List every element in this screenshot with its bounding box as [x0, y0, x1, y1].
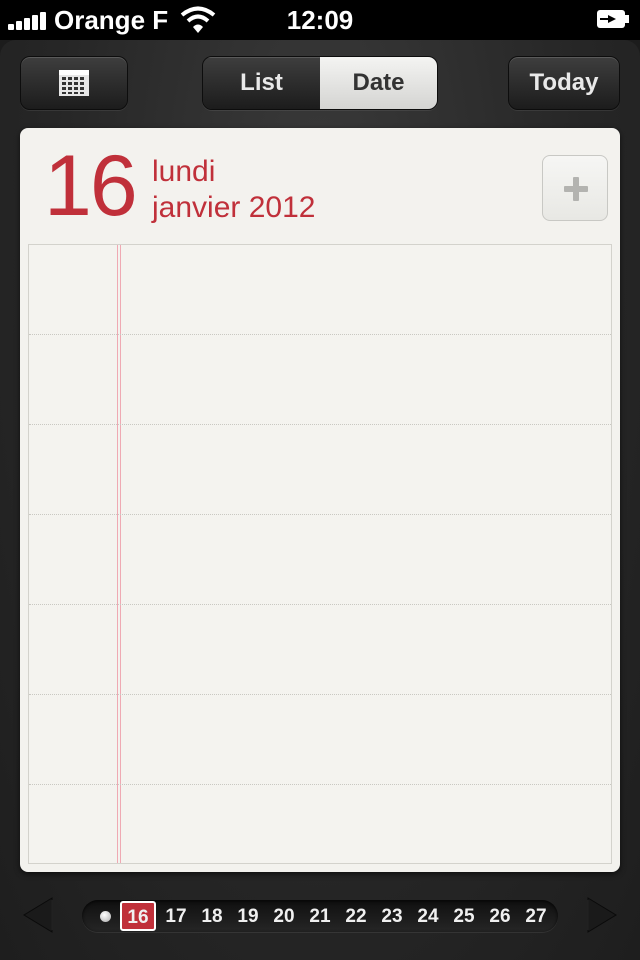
calendar-grid-icon	[59, 70, 89, 96]
segment-list[interactable]: List	[203, 57, 320, 109]
signal-strength-icon	[8, 12, 50, 30]
today-button[interactable]: Today	[508, 56, 620, 110]
day-view-paper: 16 lundi janvier 2012	[20, 128, 620, 872]
carrier-name: Orange F	[54, 5, 169, 35]
view-mode-segmented-control: List Date	[202, 56, 438, 110]
ruled-line	[29, 424, 611, 425]
month-year: janvier 2012	[152, 191, 316, 224]
wifi-icon	[180, 6, 216, 33]
previous-arrow-icon[interactable]	[22, 896, 54, 934]
ruled-line	[29, 334, 611, 335]
date-item-selected[interactable]: 16	[120, 901, 156, 931]
date-item[interactable]: 19	[230, 904, 266, 930]
battery-charging-icon	[597, 10, 629, 28]
today-dot-icon[interactable]	[100, 911, 111, 922]
notes-page[interactable]	[28, 244, 612, 864]
day-number: 16	[44, 138, 138, 234]
add-event-button[interactable]	[542, 155, 608, 221]
weekday-name: lundi	[152, 155, 216, 188]
date-item[interactable]: 25	[446, 904, 482, 930]
calendar-view-button[interactable]	[20, 56, 128, 110]
date-item[interactable]: 20	[266, 904, 302, 930]
ruled-line	[29, 694, 611, 695]
date-strip[interactable]: 16 17 18 19 20 21 22 23 24 25 26 27	[82, 900, 558, 932]
ruled-line	[29, 784, 611, 785]
margin-line	[117, 245, 121, 863]
ruled-line	[29, 514, 611, 515]
plus-icon-vertical	[573, 177, 579, 201]
ruled-line	[29, 604, 611, 605]
date-item[interactable]: 23	[374, 904, 410, 930]
next-arrow-icon[interactable]	[586, 896, 618, 934]
date-item[interactable]: 17	[158, 904, 194, 930]
date-item[interactable]: 24	[410, 904, 446, 930]
date-item[interactable]: 26	[482, 904, 518, 930]
date-item[interactable]: 22	[338, 904, 374, 930]
date-item[interactable]: 27	[518, 904, 554, 930]
status-bar: Orange F 12:09	[0, 0, 640, 40]
date-item[interactable]: 18	[194, 904, 230, 930]
segment-date[interactable]: Date	[320, 57, 437, 109]
date-item[interactable]: 21	[302, 904, 338, 930]
